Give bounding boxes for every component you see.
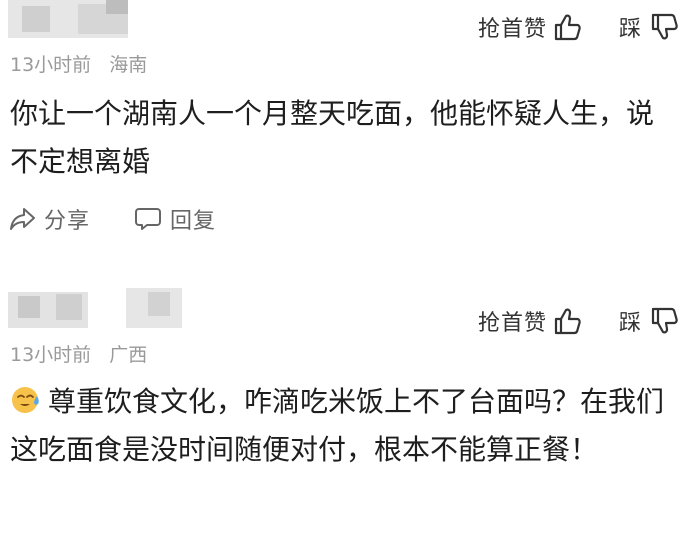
comment-time: 13小时前 — [10, 344, 92, 366]
reply-button[interactable]: 回复 — [134, 203, 216, 235]
comment-location: 广西 — [109, 344, 148, 366]
dislike-label: 踩 — [618, 311, 642, 336]
dislike-button[interactable]: 踩 — [619, 305, 680, 337]
comment-time: 13小时前 — [10, 54, 92, 76]
thumb-down-icon — [651, 307, 678, 334]
reply-label: 回复 — [170, 209, 217, 234]
dislike-label: 踩 — [618, 17, 642, 42]
comment-text: 你让一个湖南人一个月整天吃面，他能怀疑人生，说不定想离婚 — [10, 97, 655, 178]
like-label: 抢首赞 — [477, 311, 547, 336]
like-label: 抢首赞 — [477, 17, 547, 42]
comment-meta: 13小时前 海南 — [10, 50, 147, 77]
thumb-down-icon — [651, 13, 678, 40]
share-button[interactable]: 分享 — [8, 203, 90, 235]
thumb-up-icon — [554, 308, 581, 335]
like-button[interactable]: 抢首赞 — [478, 305, 583, 337]
sweat-smile-emoji — [12, 387, 39, 413]
dislike-button[interactable]: 踩 — [619, 11, 680, 43]
share-label: 分享 — [44, 209, 91, 234]
share-icon — [10, 208, 35, 230]
comment-meta: 13小时前 广西 — [10, 340, 147, 367]
comment-body: 尊重饮食文化，咋滴吃米饭上不了台面吗？在我们这吃面食是没时间随便对付，根本不能算… — [10, 378, 680, 474]
comment-location: 海南 — [109, 54, 148, 76]
like-button[interactable]: 抢首赞 — [478, 11, 583, 43]
comment-text: 尊重饮食文化，咋滴吃米饭上不了台面吗？在我们这吃面食是没时间随便对付，根本不能算… — [10, 385, 665, 466]
comment-bubble-icon — [135, 208, 162, 230]
thumb-up-icon — [554, 14, 581, 41]
